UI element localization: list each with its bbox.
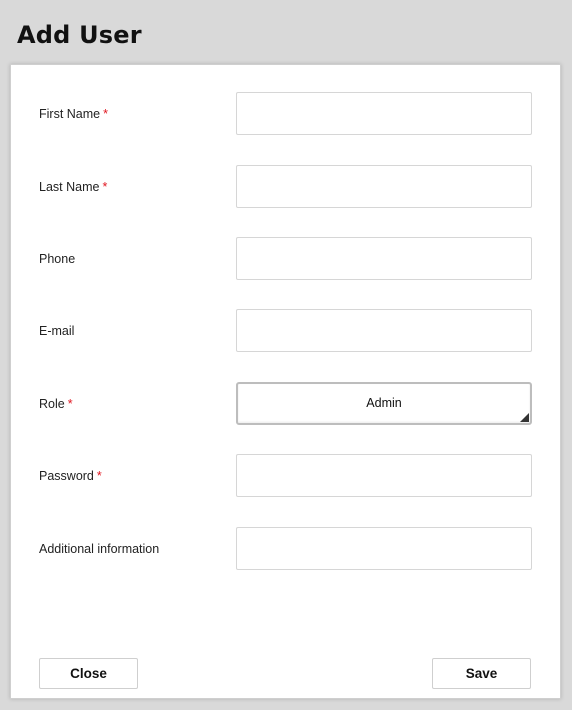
role-row: Role * Admin: [11, 382, 560, 425]
email-row: E-mail: [11, 309, 560, 352]
additional-info-label: Additional information: [39, 541, 160, 556]
password-label-text: Password: [39, 468, 94, 483]
password-input[interactable]: [236, 454, 532, 497]
first-name-input[interactable]: [236, 92, 532, 135]
save-button[interactable]: Save: [432, 658, 531, 689]
required-marker: *: [103, 106, 108, 121]
first-name-row: First Name *: [11, 92, 560, 135]
email-label: E-mail: [39, 323, 75, 338]
phone-row: Phone: [11, 237, 560, 280]
last-name-row: Last Name *: [11, 165, 560, 208]
additional-info-row: Additional information: [11, 527, 560, 570]
additional-info-input[interactable]: [236, 527, 532, 570]
first-name-label-text: First Name: [39, 106, 101, 121]
resize-corner-icon: [520, 413, 529, 422]
last-name-label-text: Last Name: [39, 179, 100, 194]
required-marker: *: [67, 396, 73, 411]
role-select[interactable]: Admin: [236, 382, 532, 425]
phone-label: Phone: [39, 251, 76, 266]
add-user-form: First Name * Last Name * Phone E-mail Role…: [10, 64, 561, 699]
phone-input[interactable]: [236, 237, 532, 280]
required-marker: *: [102, 179, 108, 194]
password-row: Password *: [11, 454, 560, 497]
last-name-input[interactable]: [236, 165, 532, 208]
role-label-text: Role: [39, 396, 65, 411]
role-select-value: Admin: [366, 396, 402, 410]
password-label: Password *: [39, 469, 102, 483]
close-button[interactable]: Close: [39, 658, 138, 689]
dialog-title: Add User: [17, 21, 142, 49]
last-name-label: Last Name *: [39, 180, 107, 194]
required-marker: *: [96, 468, 102, 483]
email-input[interactable]: [236, 309, 532, 352]
role-label: Role *: [39, 397, 73, 411]
first-name-label: First Name *: [39, 107, 108, 121]
